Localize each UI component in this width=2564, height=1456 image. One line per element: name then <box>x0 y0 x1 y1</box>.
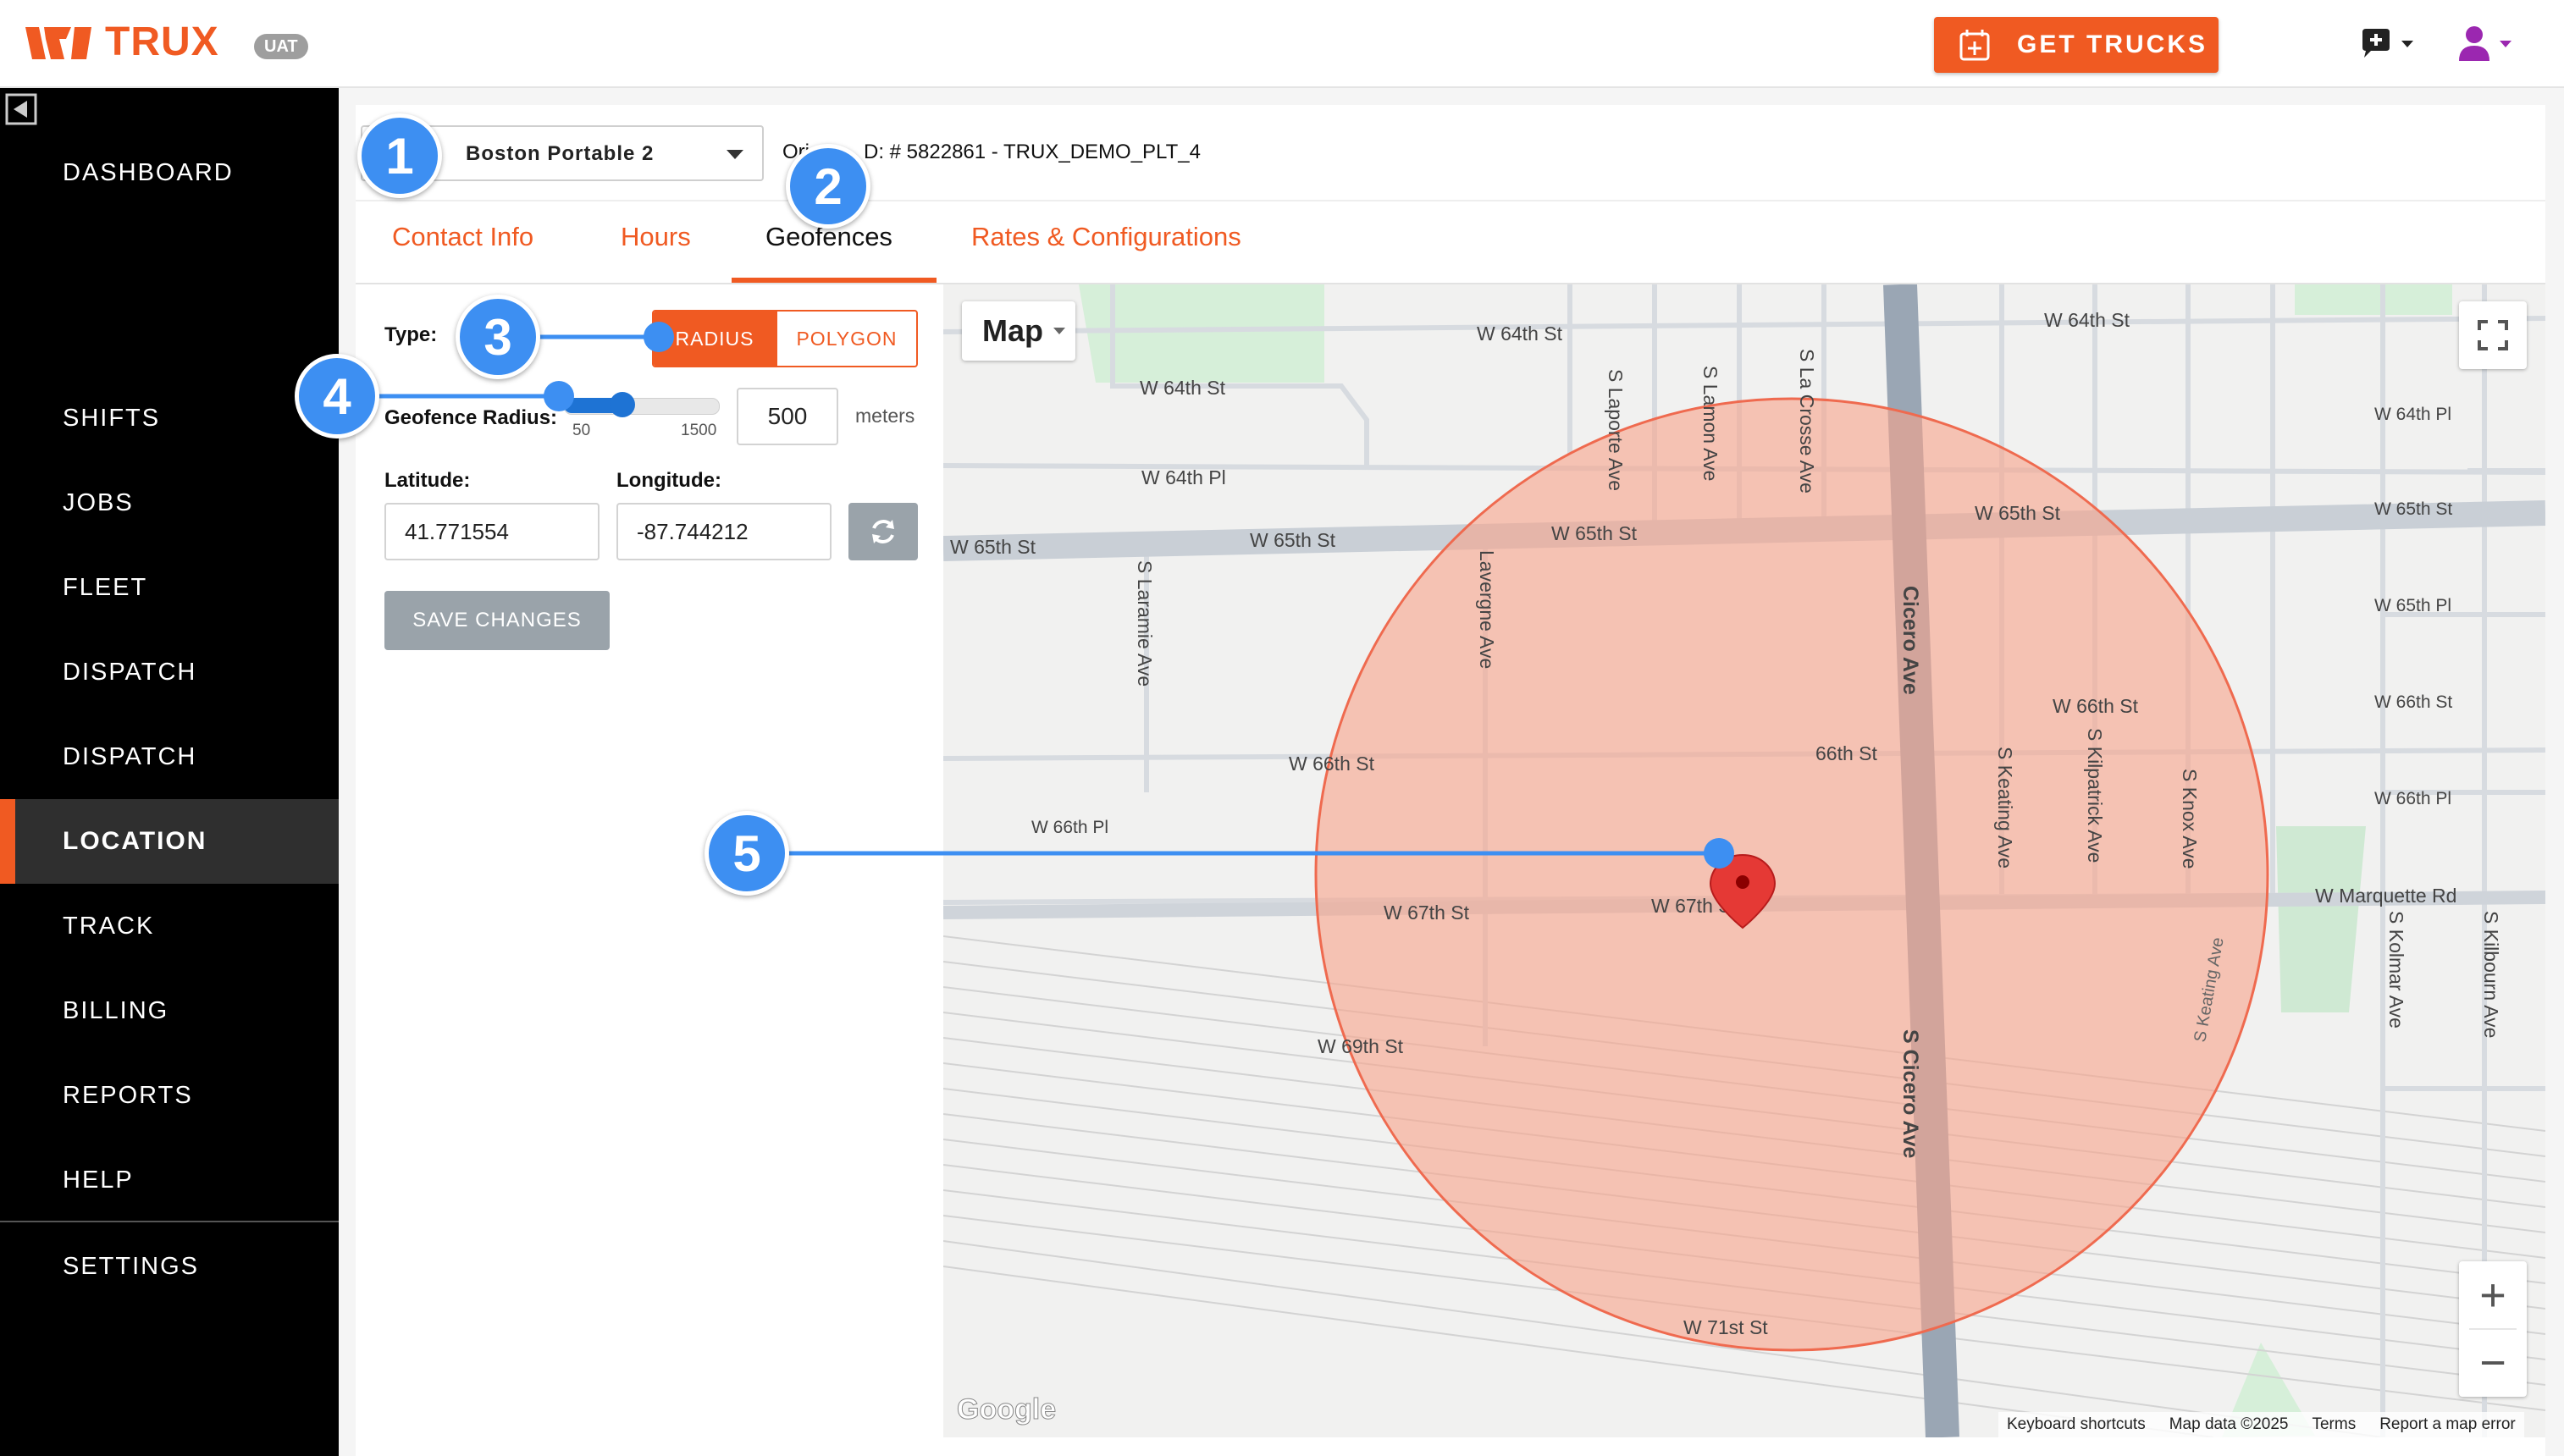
callout-4: 4 <box>295 354 379 438</box>
callout-5: 5 <box>705 811 789 896</box>
callout-1: 1 <box>357 113 442 198</box>
callout-2: 2 <box>786 144 870 229</box>
callout-connectors <box>378 322 1734 869</box>
callout-3: 3 <box>456 295 540 379</box>
